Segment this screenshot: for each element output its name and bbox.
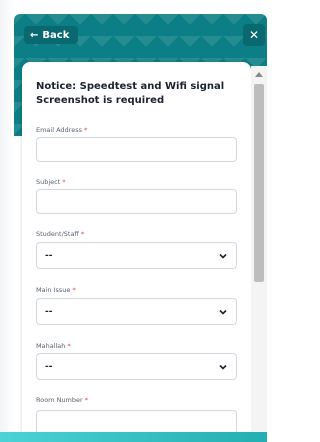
main-issue-label: Main Issue * bbox=[36, 286, 76, 294]
scroll-up-arrow-icon[interactable] bbox=[255, 72, 263, 77]
required-marker: * bbox=[84, 126, 88, 134]
subject-field[interactable] bbox=[36, 189, 237, 214]
chevron-down-icon bbox=[219, 253, 227, 259]
back-button-label: Back bbox=[42, 29, 70, 41]
form-card: Notice: Speedtest and Wifi signal Screen… bbox=[22, 62, 251, 442]
subject-label: Subject * bbox=[36, 178, 66, 186]
subject-label-text: Subject bbox=[36, 178, 61, 186]
chevron-down-icon bbox=[219, 364, 227, 370]
chevron-down-icon bbox=[219, 309, 227, 315]
bottom-accent-strip bbox=[0, 432, 267, 442]
required-marker: * bbox=[72, 286, 76, 294]
main-issue-select[interactable]: -- bbox=[36, 298, 237, 325]
mahallah-value: -- bbox=[45, 361, 53, 372]
student-staff-value: -- bbox=[45, 250, 53, 261]
required-marker: * bbox=[81, 230, 85, 238]
close-icon: ✕ bbox=[248, 28, 260, 42]
mahallah-select[interactable]: -- bbox=[36, 353, 237, 380]
backdrop-left bbox=[0, 0, 14, 442]
notice-text: Notice: Speedtest and Wifi signal Screen… bbox=[36, 81, 225, 106]
close-button[interactable]: ✕ bbox=[243, 24, 265, 46]
back-button[interactable]: ← Back bbox=[24, 26, 79, 44]
required-marker: * bbox=[84, 396, 89, 404]
email-field[interactable] bbox=[36, 137, 237, 162]
mahallah-label-text: Mahallah bbox=[36, 342, 66, 350]
mahallah-label: Mahallah * bbox=[36, 342, 71, 350]
email-label-text: Email Address bbox=[36, 126, 82, 134]
student-staff-select[interactable]: -- bbox=[36, 242, 237, 269]
student-staff-label-text: Student/Staff bbox=[36, 230, 79, 238]
room-number-label-text: Room Number bbox=[36, 396, 83, 404]
email-label: Email Address * bbox=[36, 126, 87, 134]
arrow-left-icon: ← bbox=[30, 29, 39, 41]
main-issue-label-text: Main Issue bbox=[36, 286, 71, 294]
room-number-label: Room Number * bbox=[36, 396, 88, 404]
required-marker: * bbox=[62, 178, 66, 186]
scrollbar[interactable] bbox=[251, 66, 267, 442]
required-marker: * bbox=[67, 342, 71, 350]
main-issue-value: -- bbox=[45, 306, 53, 317]
student-staff-label: Student/Staff * bbox=[36, 230, 84, 238]
scroll-thumb[interactable] bbox=[254, 84, 264, 282]
